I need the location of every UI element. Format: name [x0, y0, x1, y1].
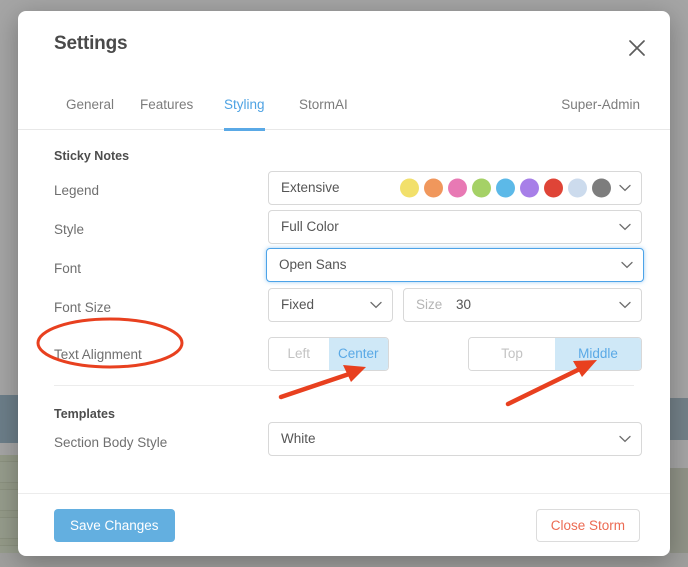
chevron-down-icon: [619, 435, 631, 443]
section-heading-sticky-notes: Sticky Notes: [54, 149, 130, 163]
legend-swatch-8: [592, 178, 611, 198]
legend-swatch-1: [424, 178, 443, 198]
style-value: Full Color: [281, 219, 339, 234]
font-select[interactable]: Open Sans: [266, 248, 644, 282]
font-size-value-select[interactable]: Size 30: [403, 288, 642, 322]
section-divider: [54, 385, 634, 386]
text-alignment-label: Text Alignment: [54, 347, 142, 362]
close-icon[interactable]: [624, 35, 650, 61]
legend-swatch-row: [400, 178, 611, 198]
chevron-down-icon: [370, 301, 382, 309]
left-toggle[interactable]: Left: [269, 338, 329, 370]
tab-features[interactable]: Features: [140, 85, 193, 128]
section-body-style-value: White: [281, 431, 316, 446]
legend-select[interactable]: Extensive: [268, 171, 642, 205]
chevron-down-icon: [619, 223, 631, 231]
legend-swatch-5: [520, 178, 539, 198]
legend-swatch-6: [544, 178, 563, 198]
font-size-value: 30: [456, 297, 472, 312]
section-body-style-select[interactable]: White: [268, 422, 642, 456]
top-toggle[interactable]: Top: [469, 338, 555, 370]
chevron-down-icon: [619, 184, 631, 192]
font-size-mode-value: Fixed: [281, 297, 315, 312]
section-heading-templates: Templates: [54, 407, 115, 421]
save-changes-button[interactable]: Save Changes: [54, 509, 175, 542]
center-toggle[interactable]: Center: [328, 338, 388, 370]
tab-styling[interactable]: Styling: [224, 85, 265, 131]
close-storm-button[interactable]: Close Storm: [535, 509, 640, 542]
chevron-down-icon: [619, 301, 631, 309]
page-title: Settings: [54, 33, 128, 54]
text-alignment-horizontal-group: Left Center: [268, 337, 389, 371]
font-label: Font: [54, 261, 82, 276]
font-value: Open Sans: [279, 257, 347, 272]
middle-toggle[interactable]: Middle: [555, 338, 641, 370]
font-size-label: Font Size: [54, 300, 112, 315]
tab-general[interactable]: General: [66, 85, 114, 128]
legend-swatch-0: [400, 178, 419, 198]
legend-value: Extensive: [281, 180, 340, 195]
font-size-mode-select[interactable]: Fixed: [268, 288, 393, 322]
footer-divider: [18, 493, 670, 494]
legend-swatch-7: [568, 178, 587, 198]
legend-swatch-3: [472, 178, 491, 198]
settings-modal: Settings General Features Styling StormA…: [18, 11, 670, 556]
role-label: Super-Admin: [561, 97, 640, 112]
style-select[interactable]: Full Color: [268, 210, 642, 244]
style-label: Style: [54, 222, 85, 237]
section-body-style-label: Section Body Style: [54, 435, 168, 450]
settings-tabs: General Features Styling StormAI Super-A…: [18, 85, 670, 131]
legend-swatch-4: [496, 178, 515, 198]
font-size-placeholder: Size: [416, 297, 443, 312]
legend-swatch-2: [448, 178, 467, 198]
chevron-down-icon: [621, 261, 633, 269]
tab-stormai[interactable]: StormAI: [299, 85, 348, 128]
text-alignment-vertical-group: Top Middle: [468, 337, 642, 371]
legend-label: Legend: [54, 183, 100, 198]
